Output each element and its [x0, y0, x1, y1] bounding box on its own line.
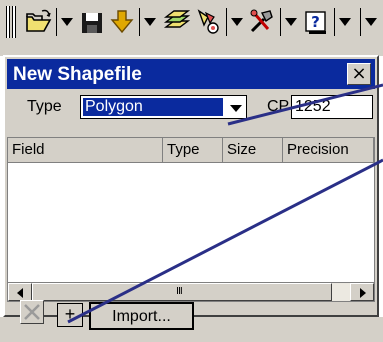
cp-label: CP	[267, 98, 290, 115]
toolbar: ?	[0, 0, 383, 45]
delete-icon	[24, 304, 40, 320]
column-header-precision[interactable]: Precision	[283, 138, 374, 163]
column-header-type[interactable]: Type	[163, 138, 223, 163]
chevron-down-icon[interactable]	[231, 18, 243, 26]
column-header-size[interactable]: Size	[223, 138, 283, 163]
toolbar-separator	[139, 8, 140, 36]
screen: ? New Shapefile × Type Polygon CP 1252 F…	[0, 0, 383, 342]
chevron-down-icon[interactable]	[144, 18, 156, 26]
scroll-thumb-grip: III	[176, 286, 183, 297]
toolbar-grip-2[interactable]	[12, 6, 16, 38]
dialog-titlebar[interactable]: New Shapefile ×	[7, 59, 375, 89]
save-icon[interactable]	[78, 7, 106, 37]
horizontal-scrollbar[interactable]: III	[8, 282, 374, 301]
chevron-down-icon[interactable]	[61, 18, 73, 26]
dialog-title: New Shapefile	[13, 64, 142, 85]
chevron-down-icon[interactable]	[339, 18, 351, 26]
chevron-down-icon[interactable]	[285, 18, 297, 26]
add-field-button[interactable]: +	[57, 303, 83, 327]
scroll-right-button[interactable]	[350, 283, 374, 301]
field-list-header: Field Type Size Precision	[8, 138, 374, 163]
arrow-left-icon	[17, 288, 23, 298]
layers-icon[interactable]	[162, 7, 190, 37]
type-label: Type	[27, 98, 62, 115]
layer-add-icon[interactable]	[194, 7, 222, 37]
delete-field-button[interactable]	[20, 300, 44, 324]
arrow-right-icon	[360, 288, 366, 298]
toolbar-separator	[56, 8, 57, 36]
chevron-down-icon[interactable]	[365, 18, 377, 26]
column-header-field[interactable]: Field	[8, 138, 163, 163]
cp-input[interactable]: 1252	[291, 95, 373, 119]
svg-text:?: ?	[311, 13, 320, 31]
tools-icon[interactable]	[248, 7, 276, 37]
scroll-thumb[interactable]: III	[32, 283, 332, 301]
toolbar-separator	[334, 8, 335, 36]
import-button[interactable]: Import...	[89, 302, 194, 330]
toolbar-separator	[280, 8, 281, 36]
new-shapefile-dialog: New Shapefile × Type Polygon CP 1252 Fie…	[3, 55, 379, 317]
close-button[interactable]: ×	[347, 63, 371, 85]
toolbar-separator	[360, 8, 361, 36]
toolbar-grip[interactable]	[6, 6, 10, 38]
help-icon[interactable]: ?	[302, 7, 330, 37]
type-dropdown[interactable]: Polygon	[80, 95, 247, 119]
scroll-left-button[interactable]	[8, 283, 32, 301]
open-folder-icon[interactable]	[24, 7, 52, 37]
toolbar-separator	[226, 8, 227, 36]
field-list[interactable]: Field Type Size Precision III	[7, 137, 375, 302]
download-arrow-icon[interactable]	[108, 7, 136, 37]
type-dropdown-value: Polygon	[83, 98, 223, 116]
chevron-down-icon[interactable]	[230, 105, 242, 112]
